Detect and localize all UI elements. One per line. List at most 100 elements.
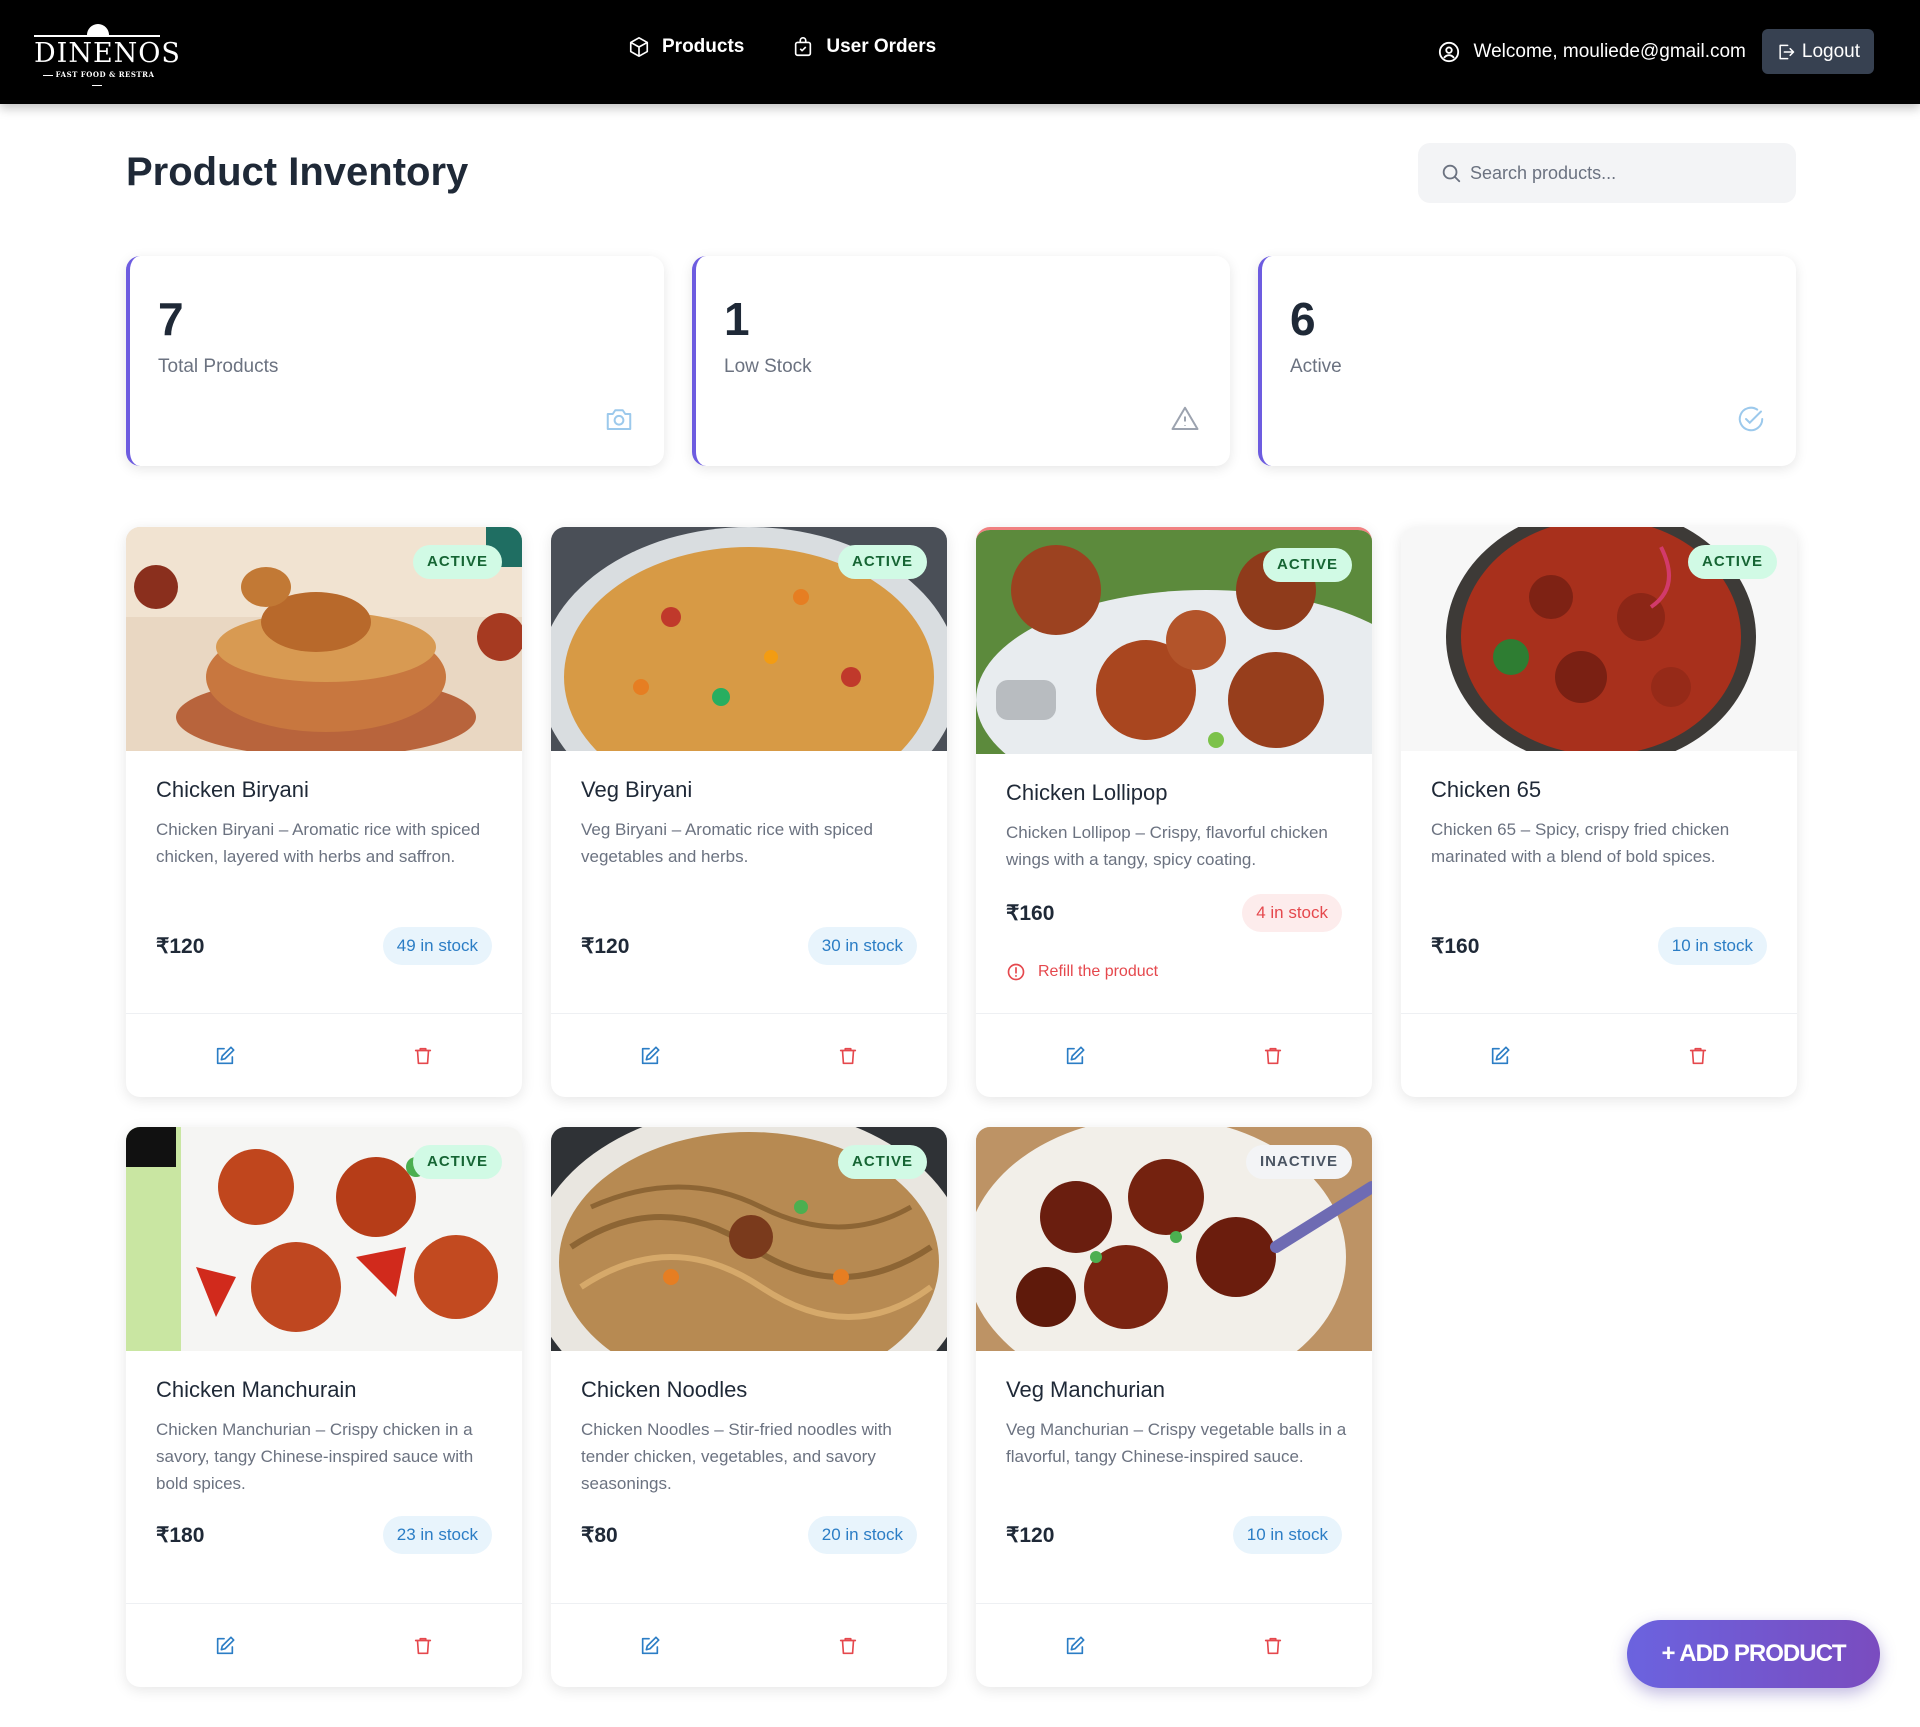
edit-button[interactable] xyxy=(976,1604,1174,1687)
delete-button[interactable] xyxy=(749,1604,947,1687)
stock-badge: 49 in stock xyxy=(382,927,492,965)
shopping-bag-icon xyxy=(795,37,812,57)
product-description: Chicken 65 – Spicy, crispy fried chicken… xyxy=(1431,820,1730,866)
edit-icon xyxy=(641,1636,660,1655)
edit-button[interactable] xyxy=(126,1014,324,1097)
stat-label: Low Stock xyxy=(724,356,812,377)
product-price: ₹120 xyxy=(156,935,205,958)
product-card-low-stock: ACTIVE Chicken Lollipop Chicken Lollipop… xyxy=(976,527,1372,1097)
logout-icon xyxy=(1779,44,1795,59)
product-image: ACTIVE xyxy=(976,530,1372,754)
edit-icon xyxy=(641,1046,660,1065)
welcome-user: Welcome, mouliede@gmail.com xyxy=(1438,41,1746,63)
product-card: ACTIVE Chicken Manchurain Chicken Manchu… xyxy=(126,1127,522,1687)
welcome-text: Welcome, mouliede@gmail.com xyxy=(1473,40,1746,62)
nav-user-orders[interactable]: User Orders xyxy=(792,36,936,58)
product-name: Chicken Noodles xyxy=(581,1377,748,1402)
product-description: Chicken Biryani – Aromatic rice with spi… xyxy=(156,820,481,866)
product-image: INACTIVE xyxy=(976,1127,1372,1351)
product-image: ACTIVE xyxy=(551,527,947,751)
product-card: ACTIVE Chicken Noodles Chicken Noodles –… xyxy=(551,1127,947,1687)
status-badge: INACTIVE xyxy=(1245,1145,1352,1179)
logo-tagline: FAST FOOD & RESTRA xyxy=(34,70,160,90)
delete-button[interactable] xyxy=(749,1014,947,1097)
stock-badge: 4 in stock xyxy=(1242,894,1342,932)
product-price: ₹120 xyxy=(1006,1524,1055,1547)
edit-button[interactable] xyxy=(551,1014,749,1097)
edit-button[interactable] xyxy=(1401,1014,1599,1097)
product-name: Chicken Manchurain xyxy=(156,1377,357,1402)
status-badge: ACTIVE xyxy=(1262,548,1352,582)
product-description: Chicken Lollipop – Crispy, flavorful chi… xyxy=(1006,823,1328,869)
logout-button[interactable]: Logout xyxy=(1761,29,1874,74)
dinenos-logo[interactable]: DINENOS FAST FOOD & RESTRA xyxy=(34,22,181,82)
status-badge: ACTIVE xyxy=(412,1145,502,1179)
top-navbar: DINENOS FAST FOOD & RESTRA Products User… xyxy=(0,0,1920,104)
search-box[interactable] xyxy=(1418,143,1796,203)
product-card: INACTIVE Veg Manchurian Veg Manchurian –… xyxy=(976,1127,1372,1687)
trash-icon xyxy=(839,1047,857,1065)
product-price: ₹120 xyxy=(581,935,630,958)
trash-icon xyxy=(1264,1637,1282,1655)
edit-button[interactable] xyxy=(126,1604,324,1687)
trash-icon xyxy=(839,1637,857,1655)
stock-badge: 10 in stock xyxy=(1657,927,1767,965)
product-description: Veg Manchurian – Crispy vegetable balls … xyxy=(1006,1420,1347,1466)
stat-label: Total Products xyxy=(158,356,279,377)
product-description: Veg Biryani – Aromatic rice with spiced … xyxy=(581,820,873,866)
delete-button[interactable] xyxy=(324,1604,522,1687)
stat-value: 1 xyxy=(724,293,750,345)
delete-button[interactable] xyxy=(1174,1604,1372,1687)
cloche-icon xyxy=(87,24,109,35)
delete-button[interactable] xyxy=(1599,1014,1797,1097)
nav-products-label: Products xyxy=(662,36,745,57)
status-badge: ACTIVE xyxy=(837,1145,927,1179)
stock-badge: 20 in stock xyxy=(807,1516,917,1554)
box-icon xyxy=(629,37,649,57)
camera-icon xyxy=(606,409,632,430)
search-input[interactable] xyxy=(1470,162,1790,184)
logo-name: DINENOS xyxy=(34,38,181,69)
edit-icon xyxy=(1491,1046,1510,1065)
product-price: ₹160 xyxy=(1006,902,1055,925)
edit-icon xyxy=(1066,1636,1085,1655)
edit-icon xyxy=(216,1636,235,1655)
product-price: ₹160 xyxy=(1431,935,1480,958)
status-badge: ACTIVE xyxy=(1687,545,1777,579)
product-card: ACTIVE Chicken Biryani Chicken Biryani –… xyxy=(126,527,522,1097)
product-image: ACTIVE xyxy=(126,527,522,751)
trash-icon xyxy=(414,1047,432,1065)
delete-button[interactable] xyxy=(324,1014,522,1097)
edit-icon xyxy=(1066,1046,1085,1065)
product-card: ACTIVE Veg Biryani Veg Biryani – Aromati… xyxy=(551,527,947,1097)
stat-low-stock: 1 Low Stock xyxy=(692,256,1230,466)
logout-label: Logout xyxy=(1801,40,1860,62)
product-price: ₹80 xyxy=(581,1524,618,1547)
add-product-button[interactable]: + ADD PRODUCT xyxy=(1627,1620,1880,1688)
delete-button[interactable] xyxy=(1174,1014,1372,1097)
nav-user-orders-label: User Orders xyxy=(826,36,937,57)
stat-value: 7 xyxy=(158,293,184,345)
product-card: ACTIVE Chicken 65 Chicken 65 – Spicy, cr… xyxy=(1401,527,1797,1097)
refill-alert[interactable]: Refill the product xyxy=(1006,962,1158,982)
stat-value: 6 xyxy=(1290,293,1316,345)
trash-icon xyxy=(1264,1047,1282,1065)
product-name: Chicken Biryani xyxy=(156,777,309,802)
trash-icon xyxy=(414,1637,432,1655)
stock-badge: 23 in stock xyxy=(382,1516,492,1554)
trash-icon xyxy=(1689,1047,1707,1065)
product-name: Veg Manchurian xyxy=(1006,1377,1165,1402)
product-name: Chicken Lollipop xyxy=(1006,780,1168,805)
stock-badge: 30 in stock xyxy=(807,927,917,965)
stat-label: Active xyxy=(1290,356,1342,377)
edit-button[interactable] xyxy=(551,1604,749,1687)
nav-products[interactable]: Products xyxy=(628,36,744,58)
product-name: Veg Biryani xyxy=(581,777,693,802)
product-image: ACTIVE xyxy=(126,1127,522,1351)
product-image: ACTIVE xyxy=(1401,527,1797,751)
edit-button[interactable] xyxy=(976,1014,1174,1097)
product-image: ACTIVE xyxy=(551,1127,947,1351)
product-price: ₹180 xyxy=(156,1524,205,1547)
product-description: Chicken Manchurian – Crispy chicken in a… xyxy=(156,1420,474,1493)
user-circle-icon xyxy=(1438,41,1459,62)
